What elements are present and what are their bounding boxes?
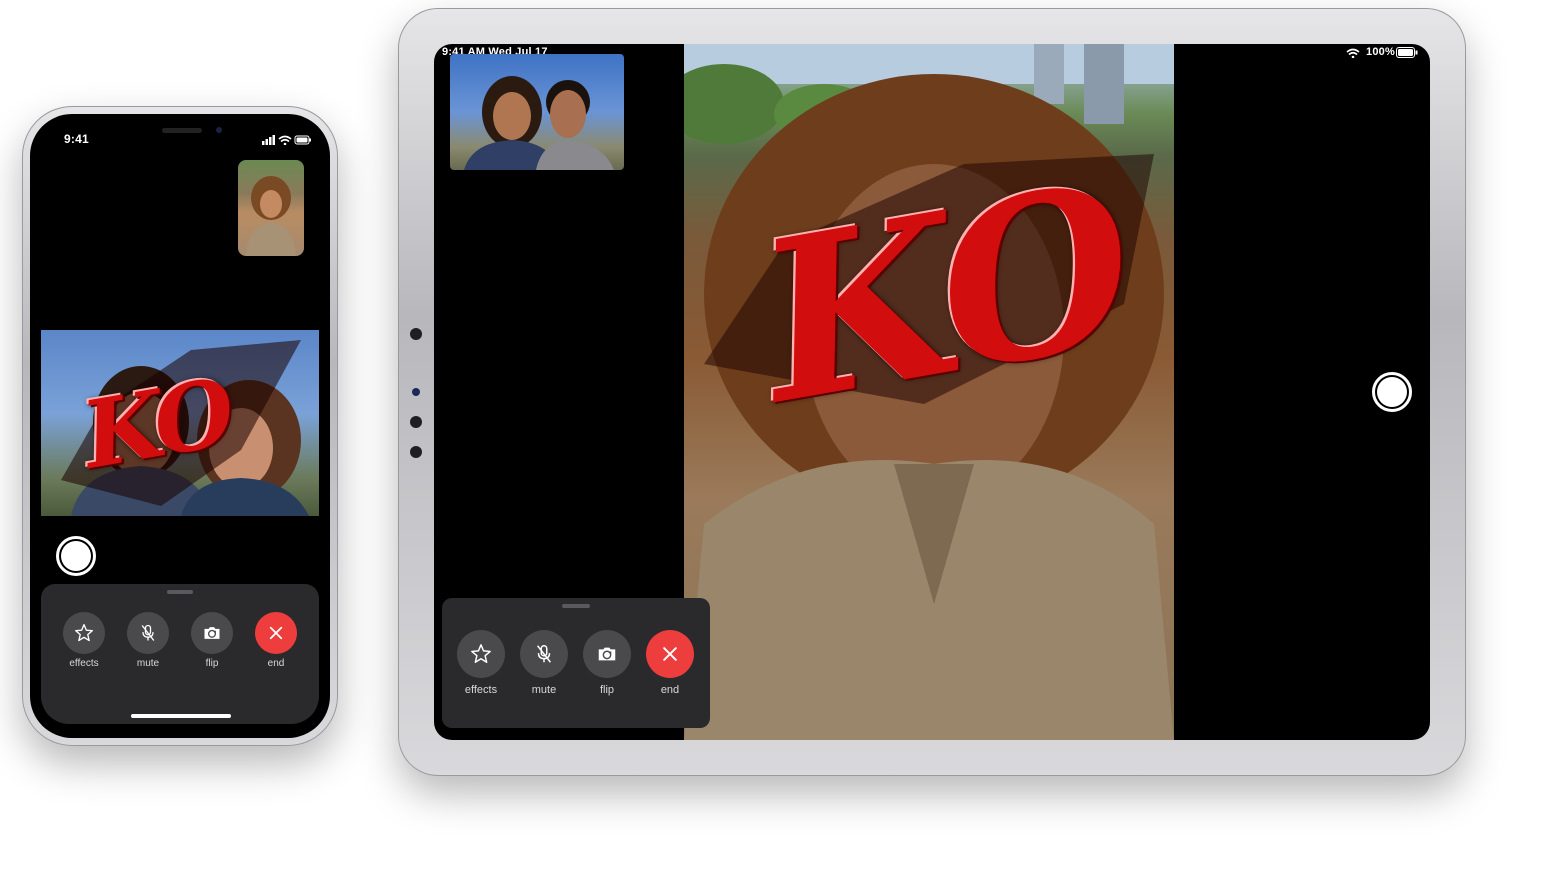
mic-off-icon (537, 645, 551, 663)
ipad-device: 9:41 AM Wed Jul 17 100% KO effects mute … (398, 8, 1466, 776)
flip-icon-bg (583, 630, 631, 678)
remote-video: KO (41, 330, 319, 516)
end-call-button[interactable]: end (251, 612, 301, 669)
side-sensor-1 (410, 328, 422, 340)
panel-grabber[interactable] (562, 604, 590, 608)
close-icon (663, 647, 677, 661)
close-icon (269, 626, 283, 640)
side-camera (412, 388, 420, 396)
flip-label: flip (205, 658, 219, 669)
wifi-icon (1346, 48, 1360, 58)
flip-icon-bg (191, 612, 233, 654)
battery-percent: 100% (1366, 46, 1395, 58)
battery-icon (294, 135, 311, 145)
shutter-inner (61, 541, 91, 571)
iphone-screen: 9:41 KO effects mute flip end (30, 114, 330, 738)
mute-button[interactable]: mute (517, 630, 571, 696)
end-call-button[interactable]: end (643, 630, 697, 696)
side-sensor-2 (410, 416, 422, 428)
ipad-screen: 9:41 AM Wed Jul 17 100% KO effects mute … (434, 44, 1430, 740)
star-icon (75, 624, 94, 642)
wifi-icon (278, 135, 292, 145)
end-label: end (267, 658, 285, 669)
person-illustration (246, 176, 296, 256)
battery-icon (1396, 47, 1418, 58)
side-sensor-3 (410, 446, 422, 458)
mute-button[interactable]: mute (123, 612, 173, 669)
speaker-grille (162, 128, 202, 133)
mute-label: mute (136, 658, 160, 669)
end-icon-bg (646, 630, 694, 678)
signal-icon (262, 135, 275, 145)
front-camera (216, 127, 222, 133)
panel-grabber[interactable] (167, 590, 193, 594)
end-icon-bg (255, 612, 297, 654)
flip-button[interactable]: flip (580, 630, 634, 696)
camera-flip-icon (204, 627, 220, 639)
iphone-device: 9:41 KO effects mute flip end (22, 106, 338, 746)
end-label: end (660, 684, 680, 696)
flip-button[interactable]: flip (187, 612, 237, 669)
effects-label: effects (464, 684, 498, 696)
capture-photo-button[interactable] (1372, 372, 1412, 412)
effects-icon-bg (457, 630, 505, 678)
couple-illustration (464, 76, 614, 170)
self-view-pip[interactable] (238, 160, 304, 256)
status-time: 9:41 (64, 132, 89, 146)
call-controls-panel: effects mute flip end (442, 598, 710, 728)
mute-icon-bg (520, 630, 568, 678)
flip-label: flip (599, 684, 615, 696)
home-indicator[interactable] (131, 714, 231, 718)
call-controls-panel: effects mute flip end (41, 584, 319, 724)
effects-button[interactable]: effects (454, 630, 508, 696)
remote-video: KO (684, 44, 1174, 740)
mute-label: mute (531, 684, 557, 696)
self-view-pip[interactable] (450, 54, 624, 170)
effects-icon-bg (63, 612, 105, 654)
shutter-inner (1377, 377, 1407, 407)
effects-label: effects (69, 658, 99, 669)
capture-photo-button[interactable] (56, 536, 96, 576)
camera-flip-icon (598, 647, 616, 661)
status-icons (262, 135, 311, 145)
mic-off-icon (141, 624, 155, 641)
star-icon (471, 644, 491, 663)
mute-icon-bg (127, 612, 169, 654)
effects-button[interactable]: effects (59, 612, 109, 669)
